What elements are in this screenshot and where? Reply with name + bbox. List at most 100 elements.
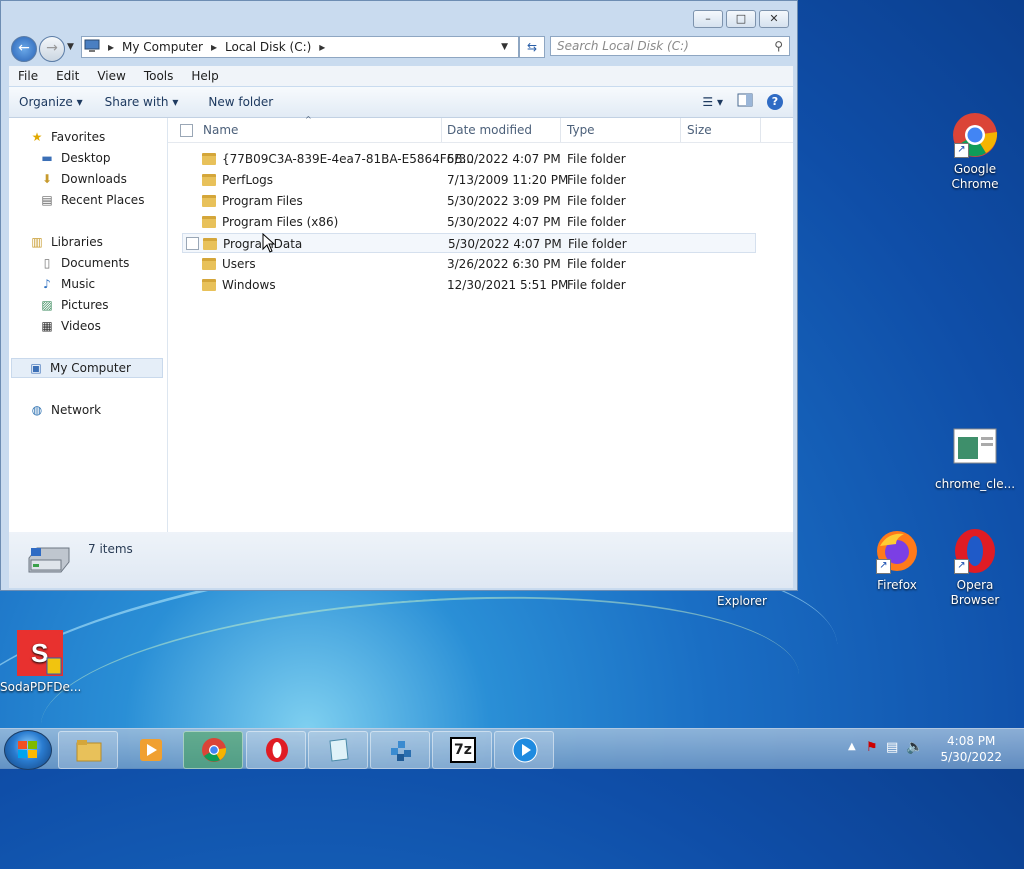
menu-help[interactable]: Help bbox=[182, 69, 227, 83]
nav-pictures[interactable]: ▨ Pictures bbox=[39, 295, 109, 315]
breadcrumb-separator: ▸ bbox=[108, 40, 115, 54]
desktop-icon-chrome[interactable]: ↗ Google Chrome bbox=[935, 112, 1015, 192]
desktop-icon-label: Google Chrome bbox=[951, 162, 999, 191]
libraries-icon: ▥ bbox=[31, 235, 43, 249]
window-controls: – □ ✕ bbox=[693, 10, 789, 28]
nav-label: Music bbox=[61, 277, 96, 291]
view-options-icon[interactable]: ☰ ▾ bbox=[702, 95, 723, 109]
content-area: ★ Favorites ▬ Desktop ⬇ Downloads ▤ Rece… bbox=[9, 115, 793, 532]
taskbar-opera[interactable] bbox=[246, 731, 306, 769]
clock-date: 5/30/2022 bbox=[940, 750, 1002, 764]
taskbar-7zip[interactable]: 7z bbox=[432, 731, 492, 769]
file-row[interactable]: Users 3/26/2022 6:30 PM File folder bbox=[182, 254, 756, 274]
nav-label: Network bbox=[51, 403, 102, 417]
desktop-icon-label: Explorer bbox=[717, 594, 767, 608]
nav-my-computer[interactable]: ▣ My Computer bbox=[11, 358, 163, 378]
taskbar-regedit[interactable] bbox=[370, 731, 430, 769]
action-center-icon[interactable]: ⚑ bbox=[866, 740, 878, 755]
refresh-button[interactable]: ⇆ bbox=[519, 36, 545, 58]
recent-pages-dropdown[interactable]: ▼ bbox=[67, 42, 74, 52]
computer-icon bbox=[84, 39, 100, 56]
nav-libraries[interactable]: ▥ Libraries bbox=[29, 232, 103, 252]
address-bar[interactable]: ▸ My Computer ▸ Local Disk (C:) ▸ ▼ bbox=[81, 36, 519, 58]
close-button[interactable]: ✕ bbox=[759, 10, 789, 28]
column-type[interactable]: Type bbox=[567, 123, 595, 137]
file-row[interactable]: {77B09C3A-839E-4ea7-81BA-E5864F6B... 5/3… bbox=[182, 149, 756, 169]
column-name[interactable]: Name bbox=[203, 123, 238, 137]
address-dropdown[interactable]: ▼ bbox=[501, 42, 508, 52]
preview-pane-icon[interactable] bbox=[737, 93, 753, 110]
nav-label: Favorites bbox=[51, 130, 106, 144]
nav-desktop[interactable]: ▬ Desktop bbox=[39, 148, 110, 168]
organize-button[interactable]: Organize ▾ bbox=[9, 95, 95, 109]
menu-tools[interactable]: Tools bbox=[135, 69, 183, 83]
desktop-icon-chrome-cleanup[interactable]: chrome_cle... bbox=[935, 427, 1015, 492]
nav-downloads[interactable]: ⬇ Downloads bbox=[39, 169, 127, 189]
breadcrumb-local-disk[interactable]: Local Disk (C:) bbox=[225, 40, 311, 54]
firefox-icon: ↗ bbox=[874, 528, 920, 574]
start-button[interactable] bbox=[4, 730, 52, 770]
maximize-button[interactable]: □ bbox=[726, 10, 756, 28]
sodapdf-icon: S bbox=[17, 630, 63, 676]
select-all-checkbox[interactable] bbox=[180, 124, 193, 137]
breadcrumb-my-computer[interactable]: My Computer bbox=[122, 40, 203, 54]
taskbar-notepad[interactable] bbox=[308, 731, 368, 769]
desktop-icon-sodapdf[interactable]: S SodaPDFDe... bbox=[0, 630, 81, 695]
file-row[interactable]: Windows 12/30/2021 5:51 PM File folder bbox=[182, 275, 756, 295]
file-name: Users bbox=[222, 257, 256, 271]
desktop-icon-firefox[interactable]: ↗ Firefox bbox=[857, 528, 937, 593]
clock[interactable]: 4:08 PM 5/30/2022 bbox=[940, 733, 1002, 765]
column-size[interactable]: Size bbox=[687, 123, 712, 137]
network-icon: ◍ bbox=[31, 403, 43, 417]
nav-label: Pictures bbox=[61, 298, 109, 312]
status-bar: 7 items bbox=[9, 532, 793, 588]
folder-icon bbox=[202, 174, 216, 186]
nav-music[interactable]: ♪ Music bbox=[39, 274, 95, 294]
forward-button[interactable]: → bbox=[39, 36, 65, 62]
drive-icon bbox=[27, 544, 70, 573]
nav-label: Downloads bbox=[61, 172, 127, 186]
nav-favorites[interactable]: ★ Favorites bbox=[29, 127, 106, 147]
row-checkbox[interactable] bbox=[186, 237, 199, 250]
menu-edit[interactable]: Edit bbox=[47, 69, 88, 83]
desktop-icon-explorer[interactable]: Explorer bbox=[702, 594, 782, 609]
search-icon[interactable]: ⚲ bbox=[774, 37, 783, 55]
network-tray-icon[interactable]: ▤ bbox=[886, 740, 898, 755]
file-date: 5/30/2022 4:07 PM bbox=[448, 237, 562, 251]
file-row[interactable]: Program Files 5/30/2022 3:09 PM File fol… bbox=[182, 191, 756, 211]
new-folder-button[interactable]: New folder bbox=[198, 95, 285, 109]
menu-file[interactable]: File bbox=[9, 69, 47, 83]
file-row[interactable]: Program Files (x86) 5/30/2022 4:07 PM Fi… bbox=[182, 212, 756, 232]
file-row[interactable]: PerfLogs 7/13/2009 11:20 PM File folder bbox=[182, 170, 756, 190]
taskbar-explorer[interactable] bbox=[58, 731, 118, 769]
show-hidden-icons-icon[interactable]: ▲ bbox=[848, 741, 856, 752]
search-placeholder: Search Local Disk (C:) bbox=[557, 39, 689, 53]
nav-recent-places[interactable]: ▤ Recent Places bbox=[39, 190, 144, 210]
column-date-modified[interactable]: Date modified bbox=[447, 123, 532, 137]
share-with-button[interactable]: Share with ▾ bbox=[95, 95, 191, 109]
explorer-window: – □ ✕ ← → ▼ ▸ My Computer ▸ Local Disk (… bbox=[0, 0, 798, 591]
taskbar-media-player[interactable] bbox=[120, 731, 180, 769]
desktop-icon-label: Firefox bbox=[877, 578, 917, 592]
nav-videos[interactable]: ▦ Videos bbox=[39, 316, 101, 336]
system-tray: ▲ ⚑ ▤ 🔈 4:08 PM 5/30/2022 bbox=[844, 729, 1024, 769]
desktop-icon-opera[interactable]: ↗ Opera Browser bbox=[935, 528, 1015, 608]
help-icon[interactable]: ? bbox=[767, 93, 783, 110]
recent-places-icon: ▤ bbox=[41, 193, 53, 207]
nav-label: My Computer bbox=[50, 361, 131, 375]
minimize-button[interactable]: – bbox=[693, 10, 723, 28]
back-button[interactable]: ← bbox=[11, 36, 37, 62]
menu-view[interactable]: View bbox=[88, 69, 134, 83]
taskbar-chrome[interactable] bbox=[183, 731, 243, 769]
volume-icon[interactable]: 🔈 bbox=[906, 739, 923, 755]
taskbar-player[interactable] bbox=[494, 731, 554, 769]
search-input[interactable]: Search Local Disk (C:) ⚲ bbox=[550, 36, 790, 56]
column-header: Name ^ Date modified Type Size bbox=[168, 115, 793, 143]
nav-documents[interactable]: ▯ Documents bbox=[39, 253, 130, 273]
nav-network[interactable]: ◍ Network bbox=[29, 400, 101, 420]
file-date: 5/30/2022 3:09 PM bbox=[447, 194, 561, 208]
file-name: {77B09C3A-839E-4ea7-81BA-E5864F6B... bbox=[222, 152, 474, 166]
file-type: File folder bbox=[568, 237, 627, 251]
music-icon: ♪ bbox=[43, 277, 51, 291]
mouse-cursor-icon bbox=[262, 232, 276, 256]
